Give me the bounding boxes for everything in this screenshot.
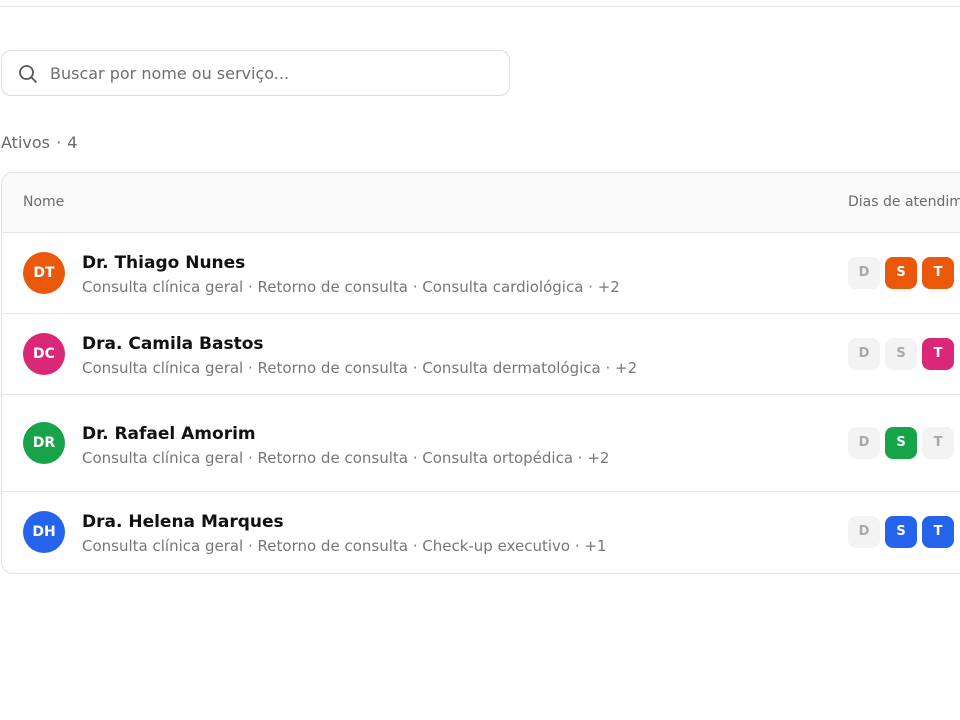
search-input[interactable] — [50, 52, 490, 94]
table-row[interactable]: DC Dra. Camila Bastos Consulta clínica g… — [2, 314, 960, 395]
services-list: Consulta clínica geral · Retorno de cons… — [82, 278, 620, 296]
column-header-name[interactable]: Nome — [23, 194, 64, 210]
days-badges: D S T — [848, 338, 954, 370]
avatar: DH — [23, 511, 65, 553]
services-list: Consulta clínica geral · Retorno de cons… — [82, 537, 607, 555]
day-badge: S — [885, 257, 917, 289]
table-row[interactable]: DR Dr. Rafael Amorim Consulta clínica ge… — [2, 395, 960, 492]
table-header: Nome Dias de atendimento — [2, 173, 960, 233]
day-badge: D — [848, 516, 880, 548]
day-badge: S — [885, 338, 917, 370]
day-badge: S — [885, 427, 917, 459]
professional-name: Dra. Camila Bastos — [82, 334, 264, 354]
avatar: DR — [23, 422, 65, 464]
day-badge: D — [848, 338, 880, 370]
search-icon — [19, 65, 37, 83]
avatar: DT — [23, 252, 65, 294]
section-title: Ativos — [1, 133, 50, 152]
day-badge: T — [922, 338, 954, 370]
services-list: Consulta clínica geral · Retorno de cons… — [82, 359, 638, 377]
professionals-table: Nome Dias de atendimento DT Dr. Thiago N… — [1, 172, 960, 574]
section-heading: Ativos · 4 — [1, 133, 77, 152]
day-badge: T — [922, 257, 954, 289]
day-badge: D — [848, 427, 880, 459]
day-badge: S — [885, 516, 917, 548]
days-badges: D S T — [848, 427, 954, 459]
search-field[interactable] — [1, 50, 510, 96]
column-header-days[interactable]: Dias de atendimento — [848, 194, 960, 210]
professional-name: Dr. Rafael Amorim — [82, 424, 256, 444]
section-separator: · — [56, 133, 62, 152]
day-badge: D — [848, 257, 880, 289]
top-divider — [0, 6, 960, 7]
days-badges: D S T — [848, 516, 954, 548]
day-badge: T — [922, 427, 954, 459]
day-badge: T — [922, 516, 954, 548]
services-list: Consulta clínica geral · Retorno de cons… — [82, 449, 610, 467]
table-row[interactable]: DT Dr. Thiago Nunes Consulta clínica ger… — [2, 233, 960, 314]
days-badges: D S T — [848, 257, 954, 289]
avatar: DC — [23, 333, 65, 375]
professional-name: Dr. Thiago Nunes — [82, 253, 246, 273]
section-count: 4 — [67, 133, 78, 152]
table-row[interactable]: DH Dra. Helena Marques Consulta clínica … — [2, 492, 960, 573]
professional-name: Dra. Helena Marques — [82, 512, 284, 532]
